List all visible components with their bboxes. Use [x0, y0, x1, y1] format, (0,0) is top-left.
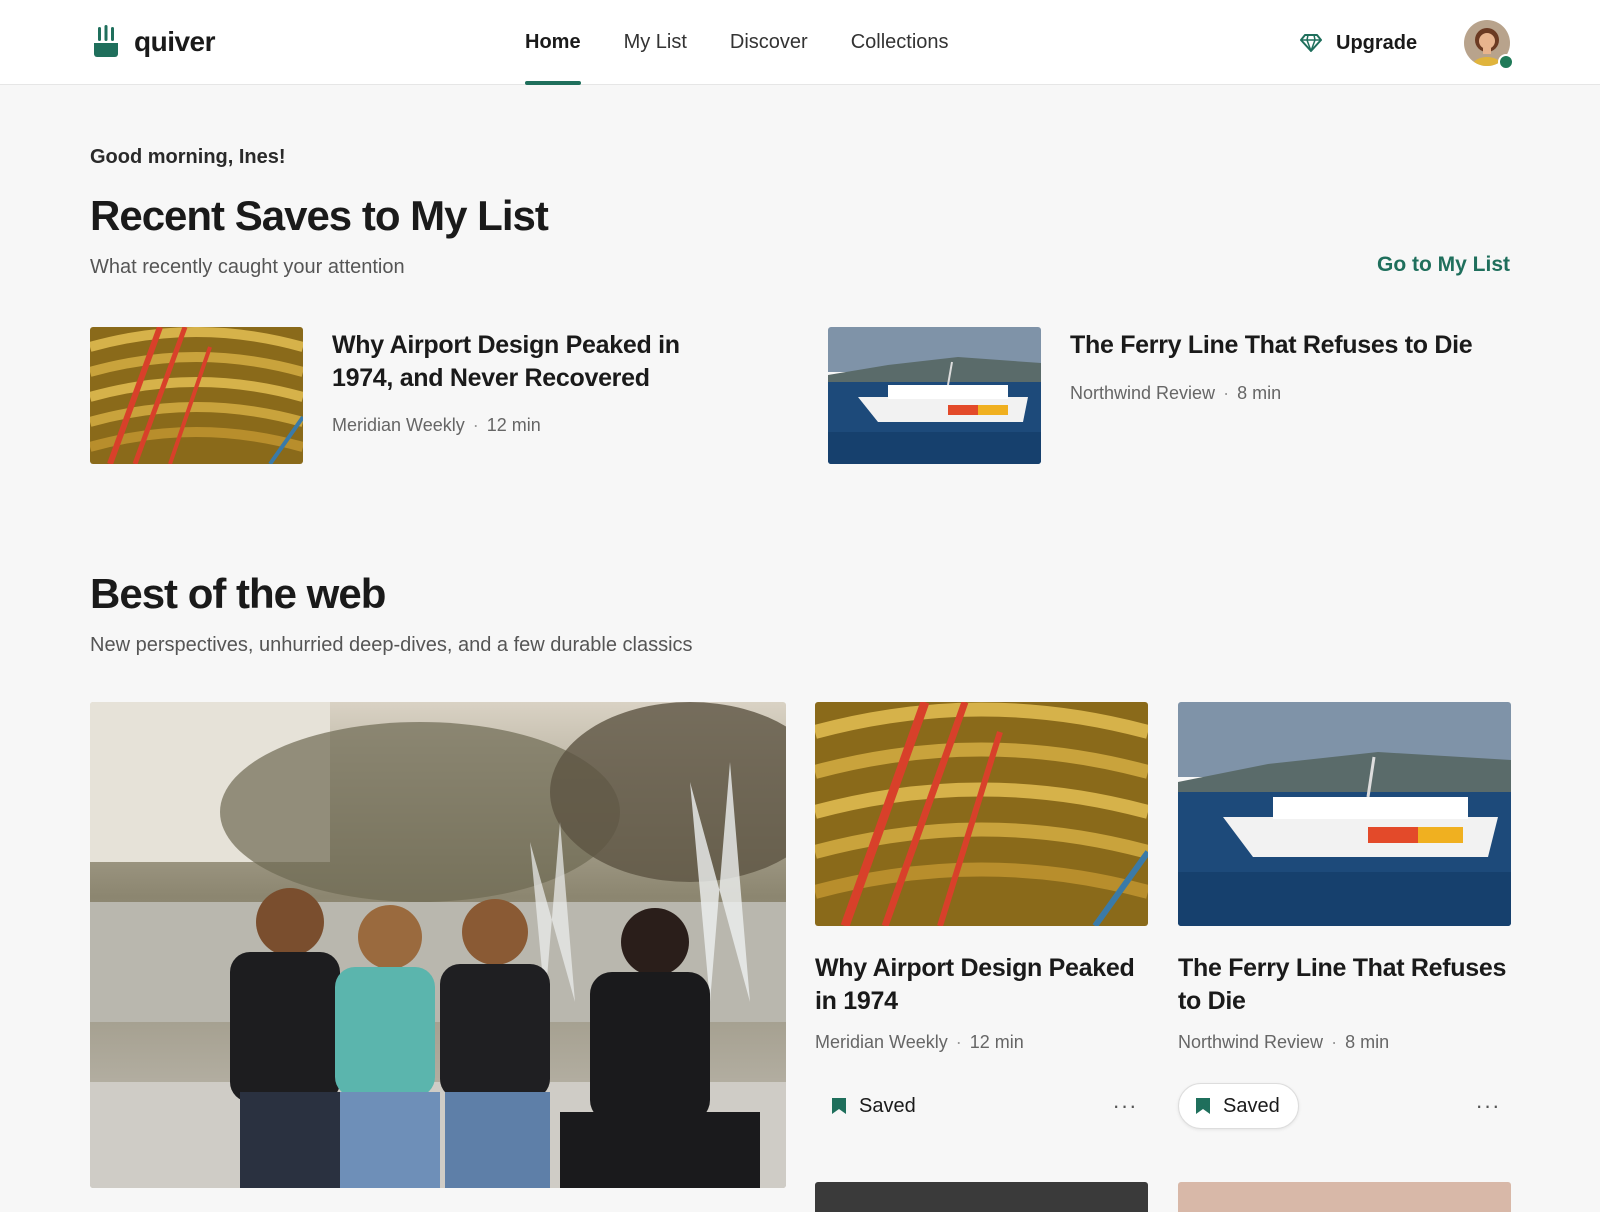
upgrade-label: Upgrade — [1336, 31, 1418, 54]
card-image-partial[interactable] — [815, 1182, 1148, 1212]
read-time: 12 min — [486, 415, 541, 435]
article-card[interactable]: The Ferry Line That Refuses to Die North… — [1178, 702, 1511, 1131]
card-title[interactable]: The Ferry Line That Refuses to Die — [1178, 952, 1511, 1018]
more-options-icon[interactable]: ··· — [1473, 1091, 1503, 1121]
read-time: 8 min — [1345, 1032, 1390, 1052]
meta-separator: · — [472, 415, 479, 435]
airport-ceiling-image — [90, 327, 303, 464]
card-image-partial[interactable] — [1178, 1182, 1511, 1212]
nav-my-list[interactable]: My List — [624, 0, 687, 85]
friends-photo-image — [90, 702, 786, 1188]
nav-home[interactable]: Home — [525, 0, 581, 85]
source-name: Meridian Weekly — [332, 415, 465, 435]
airport-thumbnail[interactable] — [90, 327, 303, 464]
recent-saves-subtitle: What recently caught your attention — [90, 256, 405, 278]
meta-separator: · — [1331, 1032, 1338, 1052]
card-image[interactable] — [815, 702, 1148, 926]
saved-button[interactable]: Saved — [1178, 1083, 1299, 1129]
card-image[interactable] — [1178, 702, 1511, 926]
recent-item-meta: Northwind Review · 8 min — [1070, 383, 1281, 404]
read-time: 8 min — [1237, 383, 1282, 403]
source-name: Northwind Review — [1070, 383, 1216, 403]
source-name: Northwind Review — [1178, 1032, 1324, 1052]
recent-item[interactable]: The Ferry Line That Refuses to Die North… — [828, 327, 1510, 464]
logo-text: quiver — [134, 26, 216, 57]
saved-label: Saved — [1223, 1094, 1280, 1117]
read-time: 12 min — [969, 1032, 1024, 1052]
more-options-icon[interactable]: ··· — [1110, 1091, 1140, 1121]
diamond-icon — [1300, 34, 1322, 52]
basket-logo-icon — [92, 25, 120, 57]
nav-discover[interactable]: Discover — [730, 0, 808, 85]
recent-item[interactable]: Why Airport Design Peaked in 1974, and N… — [90, 327, 710, 464]
main-nav: Home My List Discover Collections — [525, 0, 992, 85]
source-name: Meridian Weekly — [815, 1032, 948, 1052]
ferry-thumbnail[interactable] — [828, 327, 1041, 464]
top-header: quiver Home My List Discover Collections… — [0, 0, 1600, 85]
go-to-my-list-link[interactable]: Go to My List — [1377, 253, 1510, 277]
ferry-image — [1178, 702, 1511, 926]
article-card[interactable]: Why Airport Design Peaked in 1974 Meridi… — [815, 702, 1148, 1131]
nav-collections[interactable]: Collections — [851, 0, 949, 85]
greeting: Good morning, Ines! — [90, 146, 286, 168]
airport-ceiling-image — [815, 702, 1148, 926]
card-meta: Northwind Review · 8 min — [1178, 1032, 1511, 1053]
recent-item-title[interactable]: The Ferry Line That Refuses to Die — [1070, 329, 1500, 362]
card-actions: Saved ··· — [1178, 1083, 1511, 1131]
card-title[interactable]: Why Airport Design Peaked in 1974 — [815, 952, 1148, 1018]
featured-article-image[interactable] — [90, 702, 786, 1188]
card-meta: Meridian Weekly · 12 min — [815, 1032, 1148, 1053]
bookmark-icon — [832, 1098, 846, 1114]
meta-separator: · — [955, 1032, 962, 1052]
recent-item-meta: Meridian Weekly · 12 min — [332, 415, 541, 436]
ferry-image — [828, 327, 1041, 464]
upgrade-button[interactable]: Upgrade — [1300, 27, 1417, 59]
recent-item-title[interactable]: Why Airport Design Peaked in 1974, and N… — [332, 329, 692, 395]
saved-button[interactable]: Saved — [815, 1083, 934, 1129]
best-of-web-title: Best of the web — [90, 570, 386, 617]
saved-label: Saved — [859, 1094, 916, 1117]
best-of-web-subtitle: New perspectives, unhurried deep-dives, … — [90, 634, 693, 656]
logo[interactable]: quiver — [92, 24, 216, 60]
online-status-dot — [1498, 54, 1514, 70]
meta-separator: · — [1223, 383, 1230, 403]
bookmark-icon — [1196, 1098, 1210, 1114]
card-actions: Saved ··· — [815, 1083, 1148, 1131]
recent-saves-title: Recent Saves to My List — [90, 192, 549, 239]
